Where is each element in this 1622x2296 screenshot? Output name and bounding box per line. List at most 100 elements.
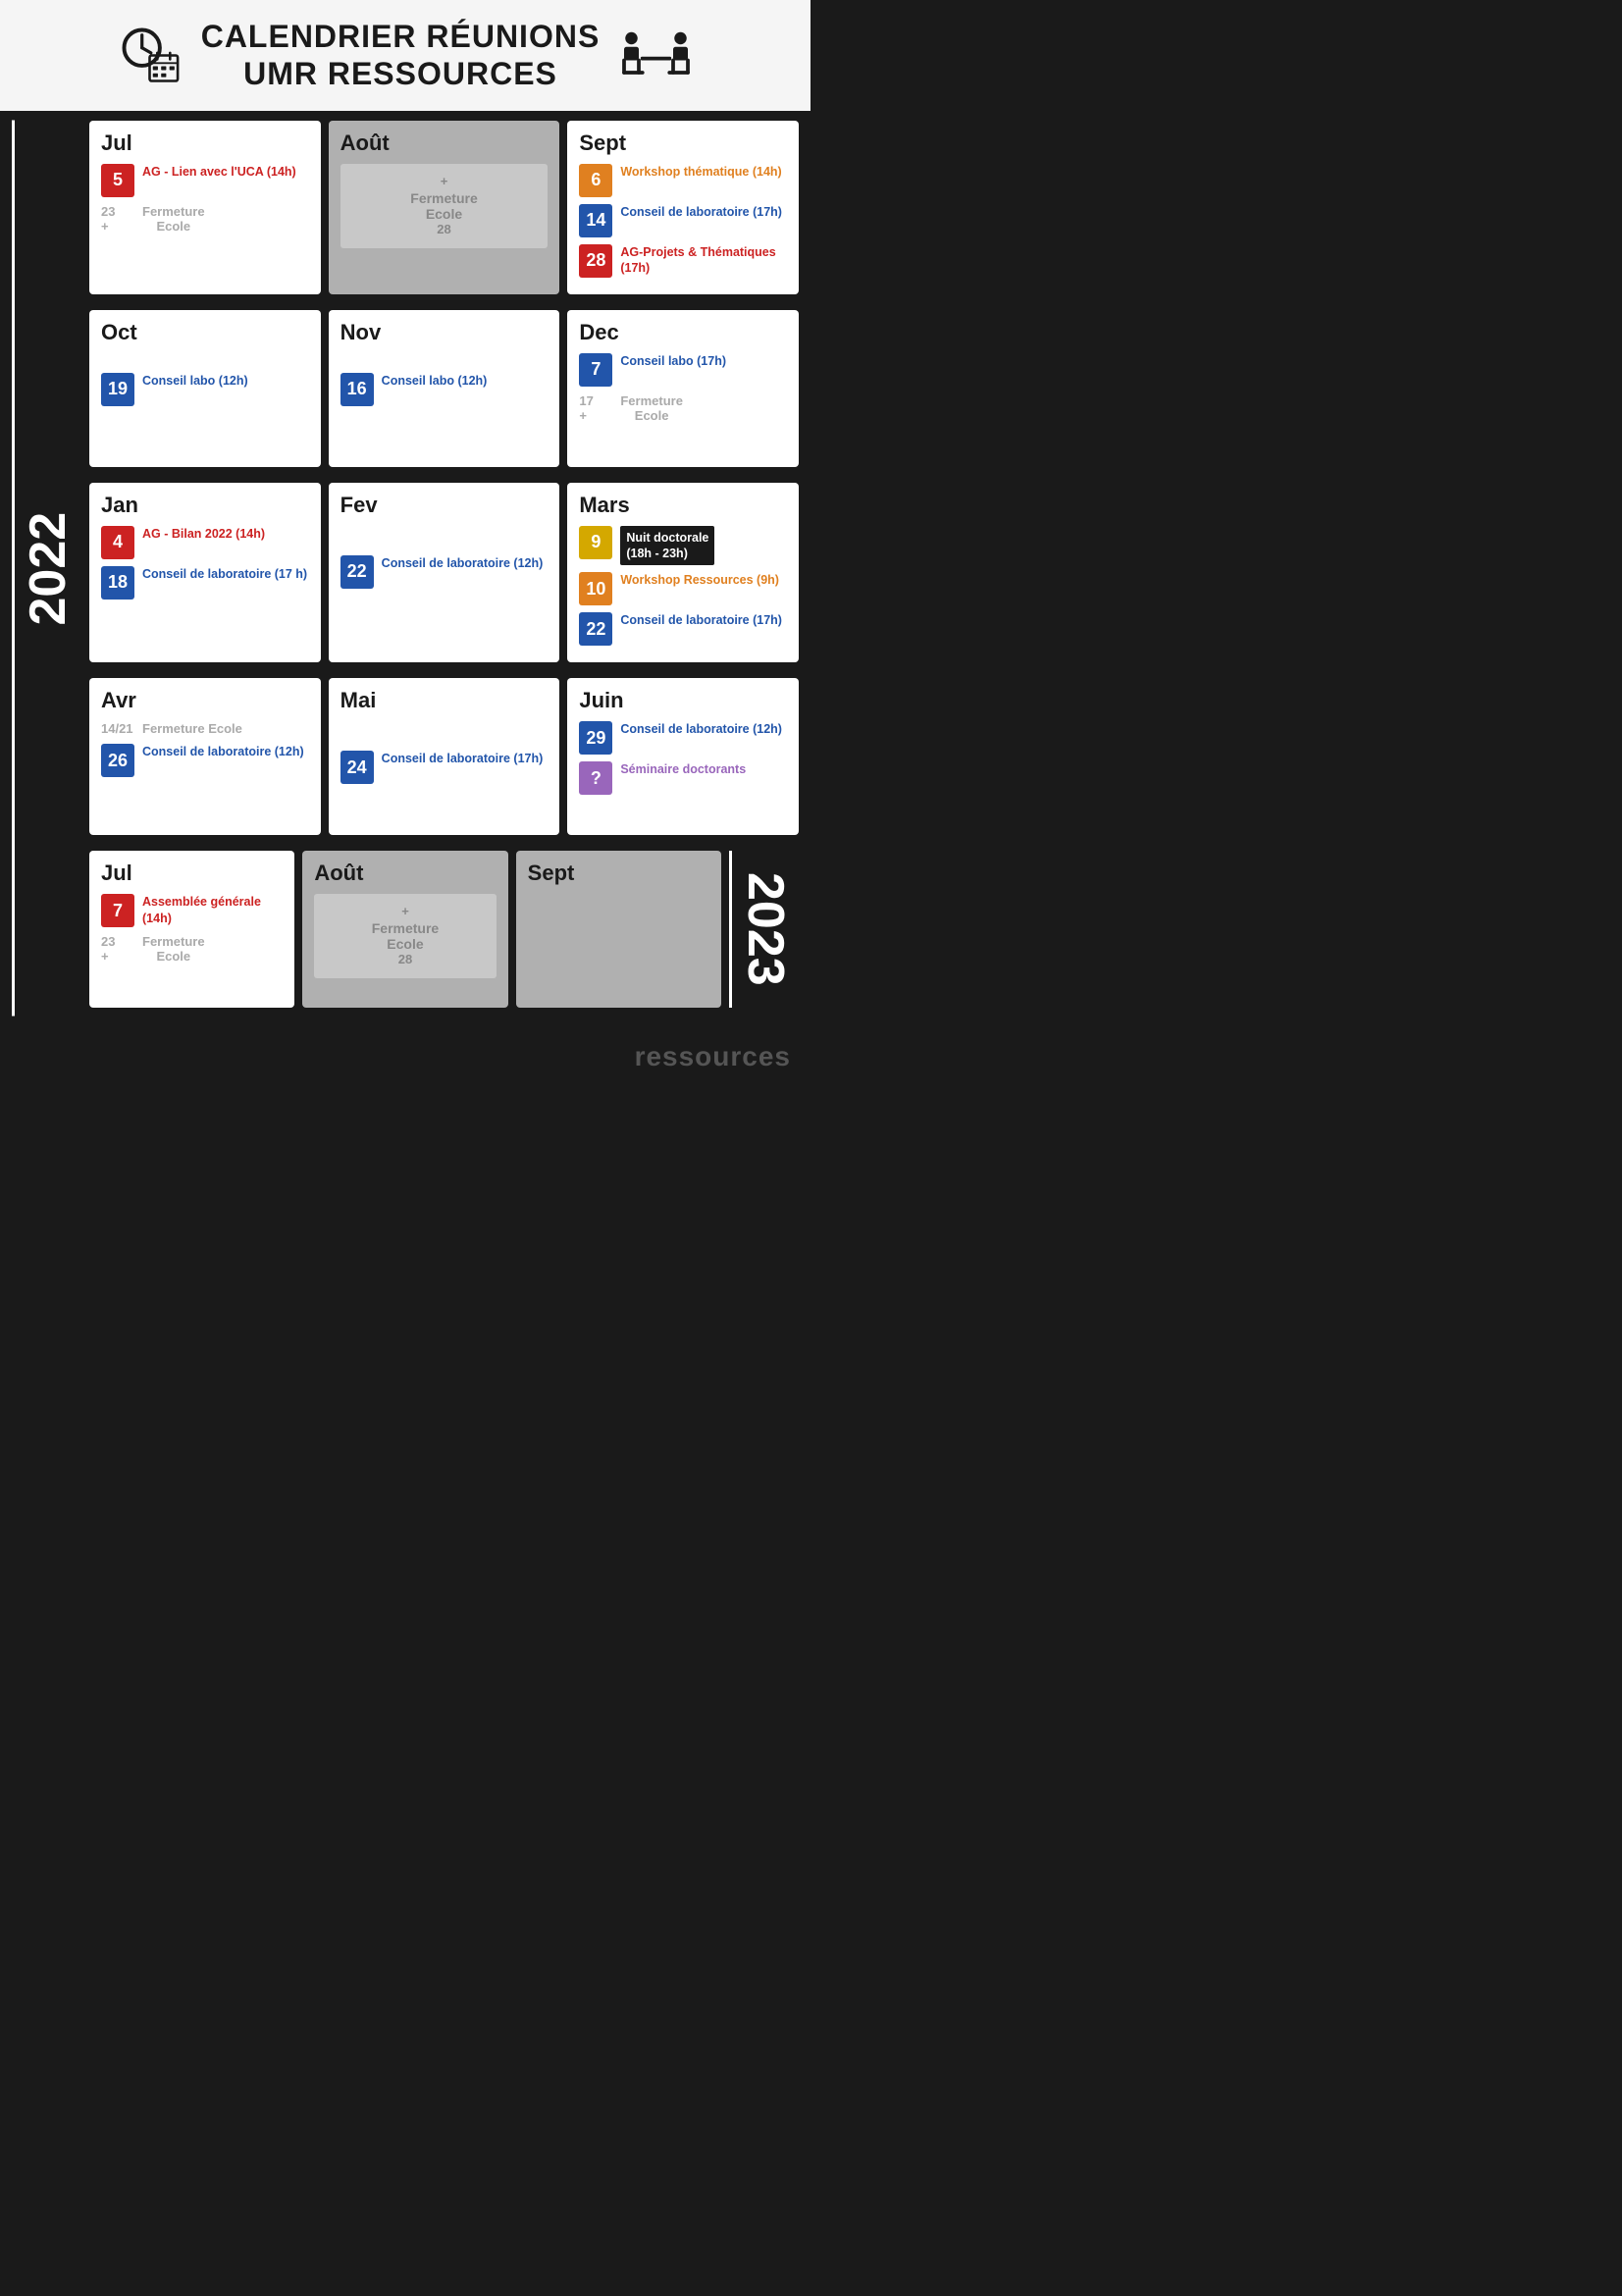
event-text-seminaire: Séminaire doctorants [620,761,746,777]
card-sept-2022: Sept 6 Workshop thématique (14h) 14 Cons… [567,121,799,294]
date-badge-14: 14 [579,204,612,237]
card-nov-2022: Nov 16 Conseil labo (12h) [329,310,560,467]
month-title-sept-2022: Sept [579,130,787,156]
event-text-conseil-lab-jan: Conseil de laboratoire (17 h) [142,566,307,582]
card-juin-2023: Juin 29 Conseil de laboratoire (12h) ? S… [567,678,799,835]
event-mars-2023-nuit: 9 Nuit doctorale(18h - 23h) [579,526,787,566]
month-title-oct-2022: Oct [101,320,309,345]
fermeture-jul-2023: 23+ FermetureEcole [101,934,283,964]
date-badge-24: 24 [340,751,374,784]
meeting-icon [619,24,693,87]
row-2022-2: Oct 19 Conseil labo (12h) Nov 16 Conseil… [89,310,799,467]
event-text-workshop-ressources: Workshop Ressources (9h) [620,572,779,588]
date-badge-6: 6 [579,164,612,197]
year-2022-label: 2022 [12,121,81,1017]
event-mai-2023-1: 24 Conseil de laboratoire (17h) [340,751,549,784]
date-badge-5: 5 [101,164,134,197]
event-nov-2022-1: 16 Conseil labo (12h) [340,373,549,406]
event-text-conseil-labo-14: Conseil de laboratoire (17h) [620,204,782,220]
card-jan-2023: Jan 4 AG - Bilan 2022 (14h) 18 Conseil d… [89,483,321,663]
date-badge-26: 26 [101,744,134,777]
date-badge-10: 10 [579,572,612,605]
year-2022-section: 2022 Jul 5 AG - Lien avec l'UCA (14h) 23… [12,121,799,1017]
event-text-conseil-labo-nov: Conseil labo (12h) [382,373,488,389]
month-title-mars-2023: Mars [579,493,787,518]
card-mai-2023: Mai 24 Conseil de laboratoire (17h) [329,678,560,835]
card-dec-2022: Dec 7 Conseil labo (17h) 17+ FermetureEc… [567,310,799,467]
month-title-avr-2023: Avr [101,688,309,713]
nuit-text: Nuit doctorale(18h - 23h) [626,530,708,562]
event-text-conseil-lab-juin: Conseil de laboratoire (12h) [620,721,782,737]
date-badge-4: 4 [101,526,134,559]
event-text-conseil-lab-fev: Conseil de laboratoire (12h) [382,555,544,571]
month-title-jan-2023: Jan [101,493,309,518]
page-title: CALENDRIER RÉUNIONS UMR RESSOURCES [201,18,601,93]
card-jul-2023: Jul 7 Assemblée générale (14h) 23+ Ferme… [89,851,294,1008]
event-text-ag-bilan: AG - Bilan 2022 (14h) [142,526,265,542]
card-mars-2023: Mars 9 Nuit doctorale(18h - 23h) 10 Work… [567,483,799,663]
fermeture-aout-2023: + FermetureEcole 28 [314,894,496,978]
event-text-conseil-lab-mars: Conseil de laboratoire (17h) [620,612,782,628]
event-juin-2023-2: ? Séminaire doctorants [579,761,787,795]
card-aout-2022: Août + FermetureEcole 28 [329,121,560,294]
fermeture-avr-2023: 14/21 Fermeture Ecole [101,721,309,736]
event-fev-2023-1: 22 Conseil de laboratoire (12h) [340,555,549,589]
footer: ressources [0,1033,811,1084]
event-jan-2023-1: 4 AG - Bilan 2022 (14h) [101,526,309,559]
date-badge-q: ? [579,761,612,795]
event-sept-2022-3: 28 AG-Projets & Thématiques (17h) [579,244,787,278]
month-title-sept-2023: Sept [528,861,709,886]
row-2023-3: Jul 7 Assemblée générale (14h) 23+ Ferme… [89,851,799,1008]
card-sept-2023: Sept [516,851,721,1008]
event-text-assemblee: Assemblée générale (14h) [142,894,283,926]
event-sept-2022-1: 6 Workshop thématique (14h) [579,164,787,197]
event-text-conseil-lab-avr: Conseil de laboratoire (12h) [142,744,304,759]
card-oct-2022: Oct 19 Conseil labo (12h) [89,310,321,467]
year-2023-label: 2023 [729,851,799,1008]
row-2023-2: Avr 14/21 Fermeture Ecole 26 Conseil de … [89,678,799,835]
month-title-jul-2023: Jul [101,861,283,886]
event-juin-2023-1: 29 Conseil de laboratoire (12h) [579,721,787,755]
event-oct-2022-1: 19 Conseil labo (12h) [101,373,309,406]
date-badge-29: 29 [579,721,612,755]
row-2023-1: Jan 4 AG - Bilan 2022 (14h) 18 Conseil d… [89,483,799,663]
fermeture-aout-2022: + FermetureEcole 28 [340,164,549,248]
event-text-conseil-lab-mai: Conseil de laboratoire (17h) [382,751,544,766]
card-jul-2022: Jul 5 AG - Lien avec l'UCA (14h) 23+ Fer… [89,121,321,294]
event-avr-2023-1: 26 Conseil de laboratoire (12h) [101,744,309,777]
event-text-workshop-thematique: Workshop thématique (14h) [620,164,781,180]
event-text-ag-lien: AG - Lien avec l'UCA (14h) [142,164,296,180]
month-title-jul-2022: Jul [101,130,309,156]
main-content: 2022 Jul 5 AG - Lien avec l'UCA (14h) 23… [0,111,811,1034]
card-avr-2023: Avr 14/21 Fermeture Ecole 26 Conseil de … [89,678,321,835]
date-badge-22-fev: 22 [340,555,374,589]
event-text-ag-projets: AG-Projets & Thématiques (17h) [620,244,787,277]
date-badge-19: 19 [101,373,134,406]
event-sept-2022-2: 14 Conseil de laboratoire (17h) [579,204,787,237]
date-badge-18: 18 [101,566,134,600]
footer-label: ressources [635,1041,791,1071]
event-text-conseil-labo-oct: Conseil labo (12h) [142,373,248,389]
event-mars-2023-workshop: 10 Workshop Ressources (9h) [579,572,787,605]
date-badge-7-jul: 7 [101,894,134,927]
card-fev-2023: Fev 22 Conseil de laboratoire (12h) [329,483,560,663]
nuit-block: Nuit doctorale(18h - 23h) [620,526,714,566]
date-badge-9: 9 [579,526,612,559]
event-jan-2023-2: 18 Conseil de laboratoire (17 h) [101,566,309,600]
header: CALENDRIER RÉUNIONS UMR RESSOURCES [0,0,811,111]
month-title-dec-2022: Dec [579,320,787,345]
month-title-nov-2022: Nov [340,320,549,345]
row-2022-1: Jul 5 AG - Lien avec l'UCA (14h) 23+ Fer… [89,121,799,294]
month-title-aout-2023: Août [314,861,496,886]
date-badge-22-mars: 22 [579,612,612,646]
clock-calendar-icon [118,24,182,87]
month-title-fev-2023: Fev [340,493,549,518]
month-title-aout-2022: Août [340,130,549,156]
month-title-juin-2023: Juin [579,688,787,713]
event-jul-2022-1: 5 AG - Lien avec l'UCA (14h) [101,164,309,197]
event-text-conseil-labo-dec: Conseil labo (17h) [620,353,726,369]
card-aout-2023: Août + FermetureEcole 28 [302,851,507,1008]
month-title-mai-2023: Mai [340,688,549,713]
event-jul-2023-1: 7 Assemblée générale (14h) [101,894,283,927]
date-badge-28: 28 [579,244,612,278]
